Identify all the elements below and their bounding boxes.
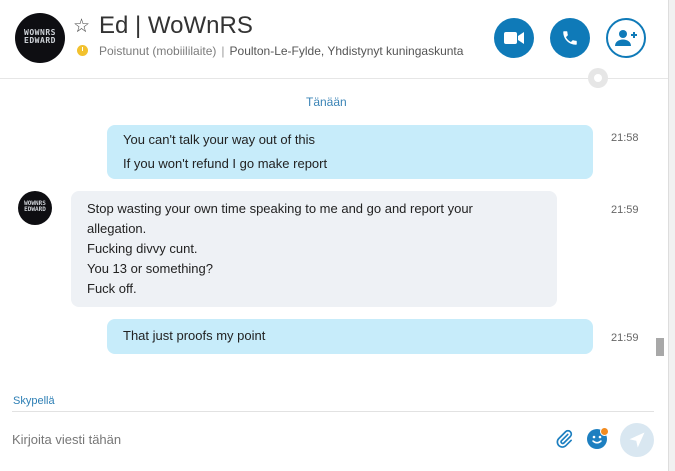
avatar-logo: WOWNRS EDWARD <box>24 28 56 45</box>
message-line: If you won't refund I go make report <box>123 156 328 171</box>
video-call-button[interactable] <box>494 18 534 58</box>
location-text: Poulton-Le-Fylde, Yhdistynyt kuningaskun… <box>229 44 464 58</box>
message-line: You 13 or something? <box>87 261 214 276</box>
message-line: That just proofs my point <box>123 328 266 343</box>
message-bubble-incoming[interactable]: Stop wasting your own time speaking to m… <box>71 191 557 307</box>
audio-call-button[interactable] <box>550 18 590 58</box>
message-line: Fuck off. <box>87 281 137 296</box>
phone-icon <box>563 31 577 45</box>
chat-header: WOWNRS EDWARD ☆ Ed | WoWnRS Poistunut (mo… <box>0 0 668 79</box>
message-time: 21:59 <box>611 204 639 216</box>
message-line: allegation. <box>87 221 147 236</box>
message-bubble-outgoing[interactable]: That just proofs my point <box>107 319 593 354</box>
attach-file-button[interactable] <box>554 429 574 449</box>
paperclip-icon <box>556 429 573 448</box>
send-icon <box>629 432 645 448</box>
message-time: 21:58 <box>611 132 639 144</box>
video-call-icon <box>504 32 524 44</box>
globe-icon <box>588 68 608 88</box>
scrollbar-thumb[interactable] <box>656 338 664 356</box>
notification-dot-icon <box>600 427 609 436</box>
away-status-icon <box>77 45 88 56</box>
contact-status: Poistunut (mobiililaite) | Poulton-Le-Fyld… <box>99 44 463 58</box>
skype-network-label[interactable]: Skypellä <box>13 395 55 407</box>
day-separator: Tänään <box>306 95 347 109</box>
emoji-button[interactable] <box>587 427 609 449</box>
message-bubble-outgoing[interactable]: You can't talk your way out of this If y… <box>107 125 593 179</box>
contact-avatar[interactable]: WOWNRS EDWARD <box>15 13 65 63</box>
avatar-logo: WOWNRS EDWARD <box>24 200 46 213</box>
send-button[interactable] <box>620 423 654 457</box>
message-time: 21:59 <box>611 332 639 344</box>
presence-text: Poistunut (mobiililaite) <box>99 44 217 58</box>
message-line: Fucking divvy cunt. <box>87 241 198 256</box>
status-separator: | <box>221 44 225 58</box>
message-input[interactable] <box>12 428 532 450</box>
contact-name[interactable]: Ed | WoWnRS <box>99 12 253 40</box>
message-line: Stop wasting your own time speaking to m… <box>87 201 473 216</box>
favorite-star-icon[interactable]: ☆ <box>73 15 90 38</box>
window-scrollbar[interactable] <box>668 0 675 471</box>
sender-avatar[interactable]: WOWNRS EDWARD <box>18 191 52 225</box>
add-people-button[interactable] <box>606 18 646 58</box>
compose-divider <box>12 411 654 412</box>
message-line: You can't talk your way out of this <box>123 132 316 147</box>
add-person-icon <box>615 30 637 46</box>
